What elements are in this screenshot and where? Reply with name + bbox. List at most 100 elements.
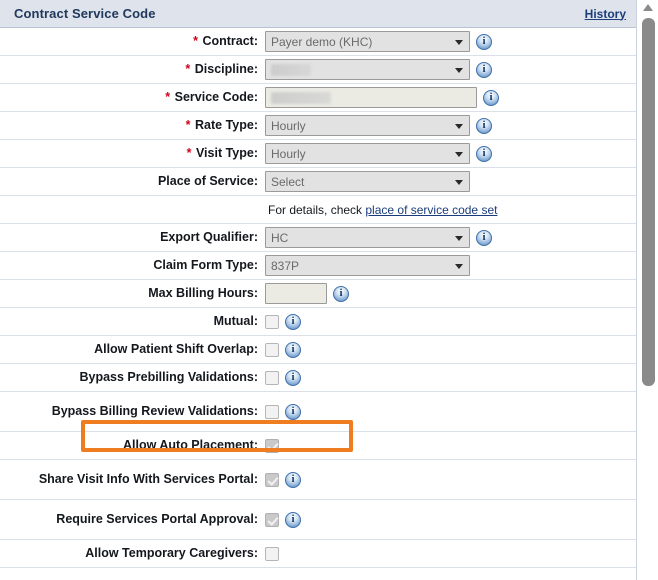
label-contract: * Contract: [0,34,262,49]
label-text-claim-form-type: Claim Form Type: [153,258,258,272]
discipline-select[interactable] [265,59,470,80]
label-text-service-code: Service Code: [174,90,258,104]
label-text-bypass-prebilling-validations: Bypass Prebilling Validations: [79,370,258,384]
label-text-visit-type: Visit Type: [195,146,258,160]
place-of-service-select[interactable]: Select [265,171,470,192]
label-allow-auto-placement: Allow Auto Placement: [0,438,262,453]
label-rate-type: * Rate Type: [0,118,262,133]
claim-form-type-select[interactable]: 837P [265,255,470,276]
contract-select[interactable]: Payer demo (KHC) [265,31,470,52]
form-row-allow-temporary-caregivers: Allow Temporary Caregivers: [0,540,636,568]
info-icon[interactable]: i [476,145,492,162]
info-glyph: i [482,63,486,75]
control-allow-patient-shift-overlap: i [262,341,636,358]
control-bypass-prebilling-validations: i [262,369,636,386]
info-icon[interactable]: i [285,313,301,330]
required-marker: * [193,34,198,48]
scroll-up-arrow-icon[interactable] [643,4,653,11]
allow-auto-placement-checkbox[interactable] [265,438,279,453]
hint-control: For details, check place of service code… [262,203,636,217]
bypass-billing-review-validations-checkbox[interactable] [265,404,279,419]
form-row-no-authorization-required-for-billing: No Authorization Required for Billing: [0,568,636,580]
panel-header: Contract Service Code History [0,0,636,28]
label-require-services-portal-approval: Require Services Portal Approval: [0,512,262,527]
vertical-scrollbar[interactable] [637,0,658,580]
info-icon[interactable]: i [483,89,499,106]
info-icon[interactable]: i [285,471,301,488]
info-icon[interactable]: i [285,369,301,386]
info-glyph: i [482,231,486,243]
export-qualifier-select[interactable]: HC [265,227,470,248]
info-glyph: i [291,473,295,485]
info-glyph: i [291,343,295,355]
info-icon[interactable]: i [285,511,301,528]
info-glyph: i [339,287,343,299]
info-glyph: i [291,513,295,525]
redacted-value [271,91,331,104]
share-visit-info-with-services-portal-checkbox[interactable] [265,472,279,487]
info-icon[interactable]: i [476,33,492,50]
require-services-portal-approval-checkbox[interactable] [265,512,279,527]
max-billing-hours-input[interactable] [265,283,327,304]
label-text-rate-type: Rate Type: [195,118,258,132]
claim-form-type-value: 837P [271,258,300,273]
place-of-service-value: Select [271,174,305,189]
control-rate-type: Hourly i [262,115,636,136]
label-text-require-services-portal-approval: Require Services Portal Approval: [56,512,258,526]
mutual-checkbox[interactable] [265,314,279,329]
rate-type-select[interactable]: Hourly [265,115,470,136]
form-row-bypass-prebilling-validations: Bypass Prebilling Validations: i [0,364,636,392]
info-icon[interactable]: i [476,229,492,246]
label-allow-patient-shift-overlap: Allow Patient Shift Overlap: [0,342,262,357]
form-row-require-services-portal-approval: Require Services Portal Approval: i [0,500,636,540]
label-text-contract: Contract: [202,34,258,48]
info-icon[interactable]: i [476,117,492,134]
label-text-export-qualifier: Export Qualifier: [160,230,258,244]
allow-temporary-caregivers-checkbox[interactable] [265,546,279,561]
bypass-prebilling-validations-checkbox[interactable] [265,370,279,385]
control-service-code: i [262,87,636,108]
control-bypass-billing-review-validations: i [262,403,636,420]
visit-type-select[interactable]: Hourly [265,143,470,164]
form-row-export-qualifier: Export Qualifier: HC i [0,224,636,252]
label-max-billing-hours: Max Billing Hours: [0,286,262,301]
label-text-bypass-billing-review-validations: Bypass Billing Review Validations: [51,404,258,418]
required-marker: * [185,118,191,132]
control-max-billing-hours: i [262,283,636,304]
form-row-allow-auto-placement: Allow Auto Placement: [0,432,636,460]
form-row-max-billing-hours: Max Billing Hours: i [0,280,636,308]
form-row-bypass-billing-review-validations: Bypass Billing Review Validations: i [0,392,636,432]
contract-service-code-panel: Contract Service Code History * Contract… [0,0,637,580]
export-qualifier-value: HC [271,230,289,245]
form-row-visit-type: * Visit Type: Hourly i [0,140,636,168]
info-glyph: i [482,119,486,131]
rate-type-value: Hourly [271,118,306,133]
required-marker: * [185,62,191,76]
label-service-code: * Service Code: [0,90,262,105]
visit-type-value: Hourly [271,146,306,161]
service-code-input[interactable] [265,87,477,108]
label-allow-temporary-caregivers: Allow Temporary Caregivers: [0,546,262,561]
history-link[interactable]: History [585,7,626,21]
label-discipline: * Discipline: [0,62,262,77]
allow-patient-shift-overlap-checkbox[interactable] [265,342,279,357]
place-of-service-code-set-link[interactable]: place of service code set [365,203,497,217]
scrollbar-thumb[interactable] [642,18,655,386]
label-text-max-billing-hours: Max Billing Hours: [148,286,258,300]
form-row-claim-form-type: Claim Form Type: 837P [0,252,636,280]
label-place-of-service: Place of Service: [0,174,262,189]
control-discipline: i [262,59,636,80]
control-export-qualifier: HC i [262,227,636,248]
place-of-service-hint: For details, check place of service code… [265,203,497,217]
info-icon[interactable]: i [476,61,492,78]
label-export-qualifier: Export Qualifier: [0,230,262,245]
control-visit-type: Hourly i [262,143,636,164]
info-icon[interactable]: i [285,403,301,420]
form-row-share-visit-info-with-services-portal: Share Visit Info With Services Portal: i [0,460,636,500]
control-allow-auto-placement [262,438,636,453]
control-claim-form-type: 837P [262,255,636,276]
info-icon[interactable]: i [285,341,301,358]
required-marker: * [165,90,171,104]
info-icon[interactable]: i [333,285,349,302]
label-claim-form-type: Claim Form Type: [0,258,262,273]
